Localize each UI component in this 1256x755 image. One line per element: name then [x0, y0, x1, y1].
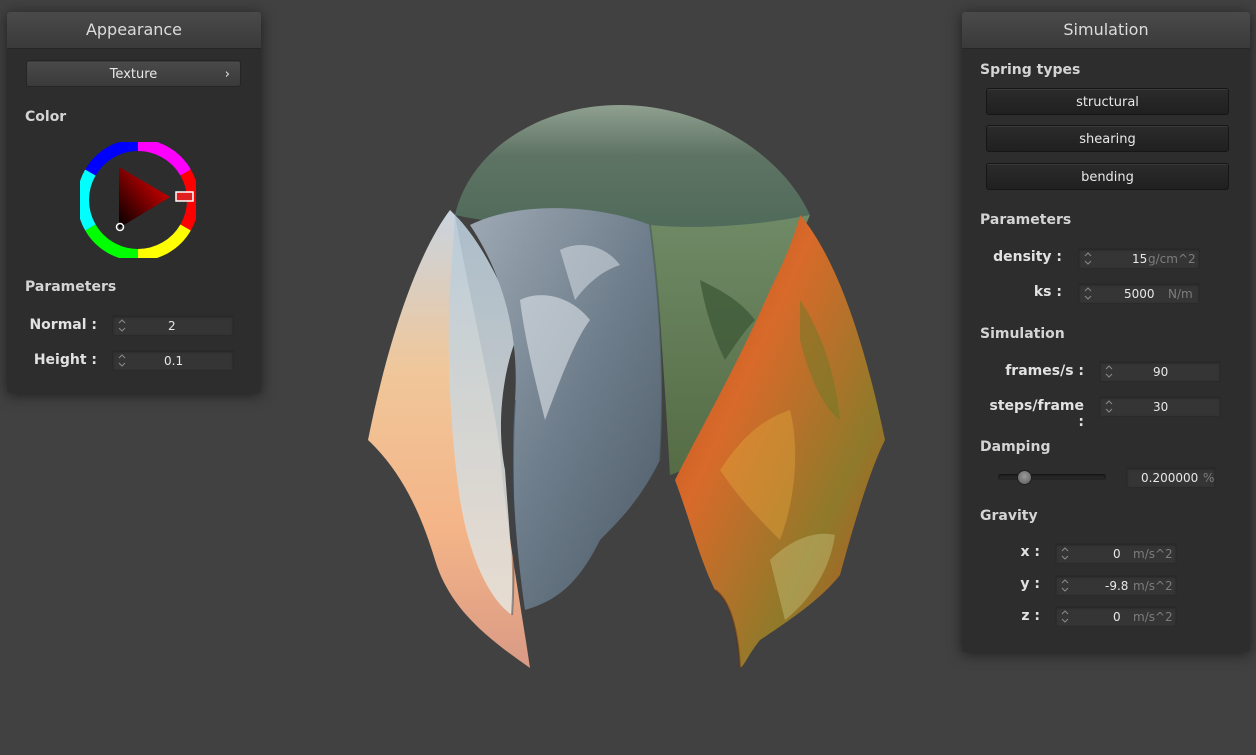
- simulation-panel: Simulation Spring types structural shear…: [962, 12, 1250, 652]
- steps-input[interactable]: 30: [1099, 396, 1221, 417]
- fps-value: 90: [1153, 365, 1169, 379]
- damping-unit: %: [1203, 471, 1215, 485]
- texture-button-label: Texture: [109, 67, 158, 82]
- gravity-x-value: 0: [1113, 547, 1121, 561]
- fps-label: frames/s :: [1005, 363, 1084, 379]
- ks-unit: N/m: [1168, 287, 1193, 301]
- damping-slider-knob[interactable]: [1016, 470, 1032, 485]
- appearance-panel: Appearance Texture › Color Parameters No…: [7, 12, 261, 393]
- hue-selector-handle[interactable]: [175, 191, 194, 202]
- height-label: Height :: [33, 352, 97, 368]
- height-input[interactable]: 0.1: [112, 350, 234, 371]
- spinner-icon[interactable]: [1061, 608, 1069, 625]
- gravity-section-title: Gravity: [980, 508, 1038, 524]
- spring-types-title: Spring types: [980, 62, 1081, 78]
- gravity-y-input[interactable]: -9.8 m/s^2: [1055, 575, 1177, 596]
- shearing-button[interactable]: shearing: [986, 125, 1229, 152]
- appearance-panel-title[interactable]: Appearance: [7, 12, 261, 49]
- gravity-z-label: z :: [1021, 608, 1040, 624]
- gravity-x-label: x :: [1020, 544, 1040, 560]
- spinner-icon[interactable]: [118, 352, 126, 369]
- sim-parameters-title: Parameters: [980, 212, 1072, 228]
- gravity-z-input[interactable]: 0 m/s^2: [1055, 606, 1177, 627]
- damping-value: 0.200000: [1141, 471, 1199, 485]
- density-unit: g/cm^2: [1148, 252, 1196, 266]
- spinner-icon[interactable]: [1105, 363, 1113, 380]
- gravity-z-value: 0: [1113, 610, 1121, 624]
- texture-button[interactable]: Texture ›: [26, 60, 241, 87]
- density-label: density :: [993, 249, 1062, 265]
- normal-value: 2: [168, 319, 176, 333]
- gravity-y-label: y :: [1020, 576, 1040, 592]
- spinner-icon[interactable]: [1084, 250, 1092, 267]
- chevron-right-icon: ›: [224, 67, 230, 82]
- ks-label: ks :: [1033, 284, 1062, 300]
- color-wheel[interactable]: [80, 142, 196, 258]
- density-input[interactable]: 15 g/cm^2: [1078, 248, 1200, 269]
- structural-button[interactable]: structural: [986, 88, 1229, 115]
- spinner-icon[interactable]: [1061, 545, 1069, 562]
- gravity-y-unit: m/s^2: [1133, 579, 1173, 593]
- density-value: 15: [1132, 252, 1148, 266]
- ks-value: 5000: [1124, 287, 1155, 301]
- normal-label: Normal :: [29, 317, 97, 333]
- spinner-icon[interactable]: [1084, 285, 1092, 302]
- ks-input[interactable]: 5000 N/m: [1078, 283, 1200, 304]
- gravity-x-unit: m/s^2: [1133, 547, 1173, 561]
- damping-slider-track[interactable]: [998, 474, 1106, 480]
- spinner-icon[interactable]: [118, 317, 126, 334]
- damping-input[interactable]: 0.200000 %: [1126, 467, 1216, 488]
- normal-input[interactable]: 2: [112, 315, 234, 336]
- fps-input[interactable]: 90: [1099, 361, 1221, 382]
- gravity-x-input[interactable]: 0 m/s^2: [1055, 543, 1177, 564]
- damping-section-title: Damping: [980, 439, 1051, 455]
- color-section-title: Color: [25, 109, 67, 125]
- bending-button[interactable]: bending: [986, 163, 1229, 190]
- simulation-panel-title[interactable]: Simulation: [962, 12, 1250, 49]
- height-value: 0.1: [164, 354, 184, 368]
- steps-value: 30: [1153, 400, 1169, 414]
- gravity-y-value: -9.8: [1105, 579, 1129, 593]
- spinner-icon[interactable]: [1105, 398, 1113, 415]
- gravity-z-unit: m/s^2: [1133, 610, 1173, 624]
- steps-label: steps/frame :: [989, 398, 1084, 430]
- simulation-section-title: Simulation: [980, 326, 1065, 342]
- appearance-parameters-title: Parameters: [25, 279, 117, 295]
- spinner-icon[interactable]: [1061, 577, 1069, 594]
